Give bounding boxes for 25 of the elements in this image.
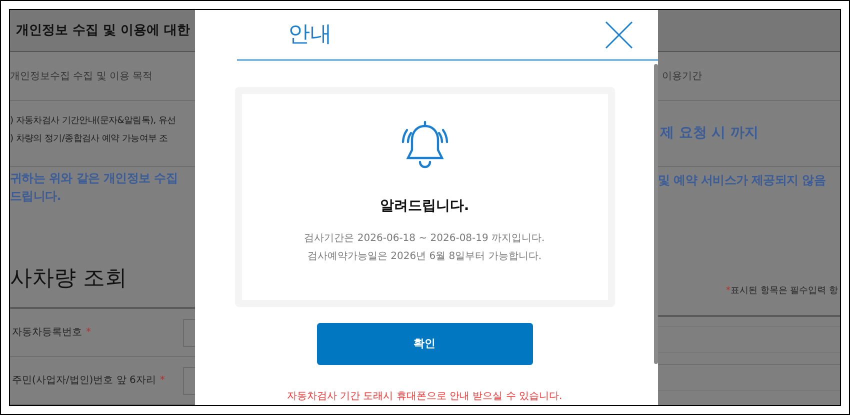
period-header: 이용기간 xyxy=(662,70,702,84)
notice-text: 및 예약 서비스가 제공되지 않음 xyxy=(658,172,827,189)
field-label: 주민(사업자/법인)번호 앞 6자리 xyxy=(12,374,156,388)
confirm-button[interactable]: 확인 xyxy=(316,323,532,365)
message-text: 검사예약가능일은 2026년 6월 8일부터 가능합니다. xyxy=(307,250,542,264)
purpose-item: ) 차량의 정기/종합검사 예약 가능여부 조 xyxy=(10,133,169,146)
required-mark: * xyxy=(86,326,91,340)
dialog-title: 안내 xyxy=(288,21,332,49)
required-note: *표시된 항목은 필수입력 항 xyxy=(724,285,839,298)
message-heading: 알려드립니다. xyxy=(380,197,470,216)
footer-note: 자동차검사 기간 도래시 휴대폰으로 안내 받으실 수 있습니다. xyxy=(286,390,562,404)
notice-text: 드립니다. xyxy=(10,188,62,205)
search-title: 사차량 조회 xyxy=(10,265,128,293)
close-button[interactable] xyxy=(604,20,634,50)
notice-text: 귀하는 위와 같은 개인정보 수집 xyxy=(10,170,179,187)
message-text: 검사기간은 2026-06-18 ~ 2026-08-19 까지입니다. xyxy=(304,232,545,246)
section-title: 개인정보 수집 및 이용에 대한 xyxy=(16,22,190,40)
purpose-item: ) 자동차검사 기간안내(문자&알림톡), 유선 xyxy=(10,115,177,128)
input-field[interactable] xyxy=(183,318,195,346)
period-value: 제 요청 시 까지 xyxy=(660,124,759,143)
input-field[interactable] xyxy=(183,366,195,394)
field-label: 자동차등록번호 xyxy=(12,326,82,340)
close-icon xyxy=(605,20,633,48)
purpose-header: 개인정보수집 수집 및 이용 목적 xyxy=(10,70,153,84)
required-mark: * xyxy=(160,374,165,388)
